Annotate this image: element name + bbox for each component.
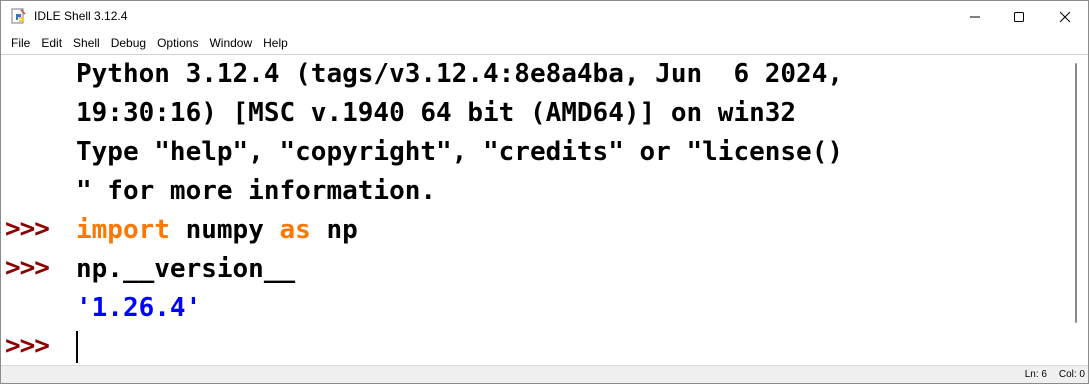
input-line: np.__version__ bbox=[76, 254, 296, 284]
minimize-button[interactable] bbox=[952, 1, 998, 32]
scrollbar-thumb[interactable] bbox=[1075, 63, 1077, 323]
vertical-scrollbar[interactable] bbox=[1071, 55, 1088, 366]
shell-text[interactable]: Python 3.12.4 (tags/v3.12.4:8e8a4ba, Jun… bbox=[76, 55, 1066, 366]
menu-edit[interactable]: Edit bbox=[37, 32, 66, 54]
close-button[interactable] bbox=[1042, 1, 1088, 32]
text-cursor bbox=[76, 331, 78, 363]
title-bar[interactable]: IDLE Shell 3.12.4 bbox=[1, 1, 1088, 32]
idle-shell-window: IDLE Shell 3.12.4 File Edit Shell Debug … bbox=[0, 0, 1089, 384]
output-line: '1.26.4' bbox=[76, 293, 202, 323]
banner-line: Python 3.12.4 (tags/v3.12.4:8e8a4ba, Jun… bbox=[76, 59, 844, 89]
line-number-status: Ln: 6 bbox=[1024, 369, 1047, 380]
menu-window[interactable]: Window bbox=[205, 32, 256, 54]
shell-prompt: >>> bbox=[5, 331, 50, 361]
banner-line: Type "help", "copyright", "credits" or "… bbox=[76, 137, 844, 167]
menu-options[interactable]: Options bbox=[153, 32, 202, 54]
menu-bar: File Edit Shell Debug Options Window Hel… bbox=[1, 32, 1088, 54]
maximize-button[interactable] bbox=[996, 1, 1042, 32]
prompt-gutter: >>> >>> >>> bbox=[1, 55, 69, 366]
banner-line: " for more information. bbox=[76, 176, 437, 206]
banner-line: 19:30:16) [MSC v.1940 64 bit (AMD64)] on… bbox=[76, 98, 797, 128]
input-line: import numpy as np bbox=[76, 211, 358, 250]
close-icon bbox=[1059, 11, 1071, 22]
menu-help[interactable]: Help bbox=[259, 32, 292, 54]
idle-python-icon bbox=[11, 8, 26, 24]
window-title: IDLE Shell 3.12.4 bbox=[34, 9, 128, 23]
menu-debug[interactable]: Debug bbox=[107, 32, 150, 54]
maximize-icon bbox=[1014, 11, 1024, 22]
gutter-divider bbox=[69, 55, 70, 366]
code-text: numpy bbox=[169, 215, 280, 245]
keyword-import: import bbox=[76, 215, 170, 245]
shell-prompt: >>> bbox=[5, 214, 50, 244]
keyword-as: as bbox=[279, 215, 311, 245]
code-text: np bbox=[310, 215, 358, 245]
shell-prompt: >>> bbox=[5, 253, 50, 283]
column-number-status: Col: 0 bbox=[1058, 369, 1085, 380]
menu-file[interactable]: File bbox=[7, 32, 34, 54]
status-bar: Ln: 6 Col: 0 bbox=[1, 365, 1088, 383]
shell-editor[interactable]: >>> >>> >>> Python 3.12.4 (tags/v3.12.4:… bbox=[1, 54, 1088, 366]
minimize-icon bbox=[970, 16, 980, 17]
menu-shell[interactable]: Shell bbox=[69, 32, 104, 54]
